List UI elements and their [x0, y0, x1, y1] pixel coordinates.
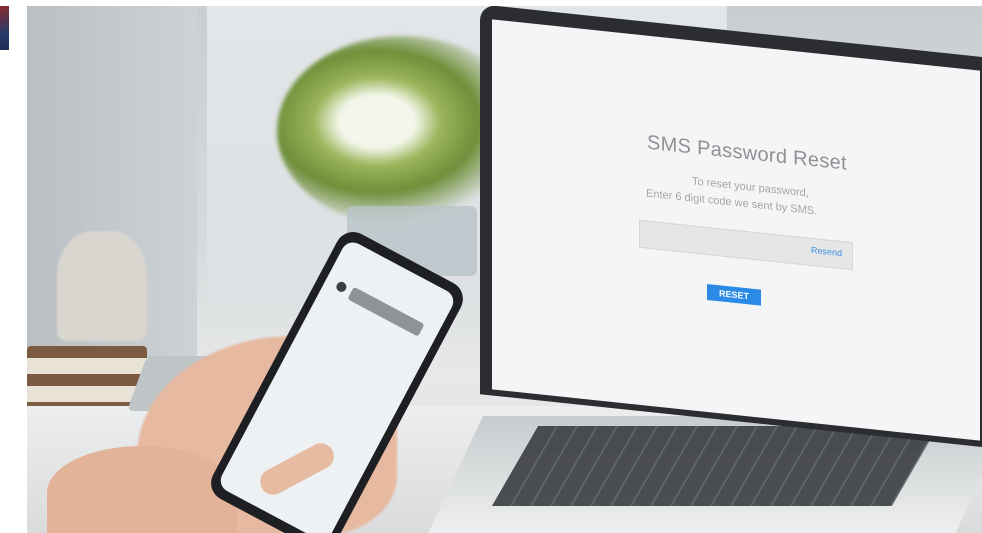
thumbnail-strip — [0, 6, 9, 50]
sms-message — [347, 286, 425, 337]
laptop-screen: SMS Password Reset To reset your passwor… — [492, 19, 980, 441]
laptop: SMS Password Reset To reset your passwor… — [427, 6, 982, 533]
alarm-clock — [57, 231, 147, 341]
resend-link[interactable]: Resend — [811, 245, 842, 258]
code-input[interactable]: Resend — [639, 219, 853, 271]
avatar-icon — [334, 280, 349, 294]
laptop-keyboard — [491, 426, 939, 506]
reset-button[interactable]: RESET — [707, 283, 761, 306]
reset-title: SMS Password Reset — [647, 131, 847, 175]
hand-lower — [47, 446, 237, 533]
photo: SMS Password Reset To reset your passwor… — [27, 6, 982, 533]
